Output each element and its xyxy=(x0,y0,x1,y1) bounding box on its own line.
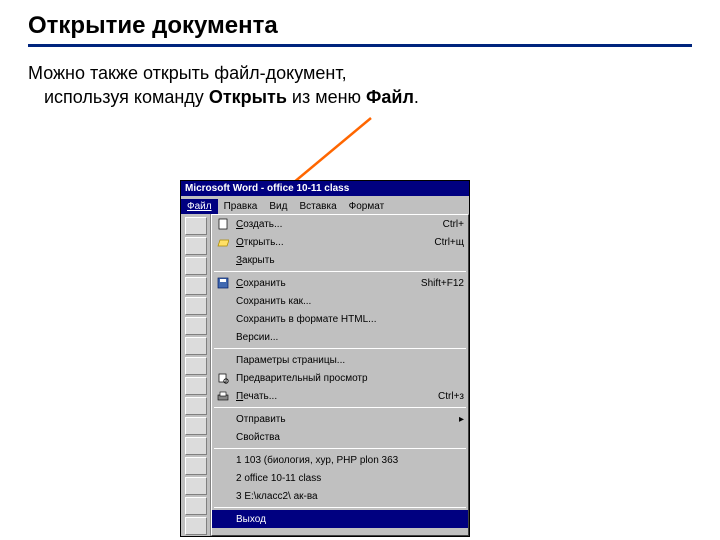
toolbar-button[interactable] xyxy=(185,497,207,515)
menu-view[interactable]: Вид xyxy=(263,199,293,214)
toolbar-button[interactable] xyxy=(185,477,207,495)
menu-item-saveas[interactable]: Сохранить как... xyxy=(212,292,468,310)
new-doc-icon xyxy=(216,217,230,231)
menu-item-printpreview[interactable]: Предварительный просмотр xyxy=(212,369,468,387)
toolbar-button[interactable] xyxy=(185,517,207,535)
menu-insert[interactable]: Вставка xyxy=(293,199,342,214)
menu-item-versions[interactable]: Версии... xyxy=(212,328,468,346)
toolbar-button[interactable] xyxy=(185,217,207,235)
body-text: Можно также открыть файл-документ, испол… xyxy=(28,61,692,110)
menu-separator xyxy=(214,507,466,508)
toolbar-button[interactable] xyxy=(185,357,207,375)
menu-file[interactable]: Файл xyxy=(181,199,218,214)
menu-item-pagesetup[interactable]: Параметры страницы... xyxy=(212,351,468,369)
toolbar-button[interactable] xyxy=(185,397,207,415)
menu-item-print[interactable]: Печать... Ctrl+з xyxy=(212,387,468,405)
horizontal-rule xyxy=(28,44,692,47)
left-toolbar xyxy=(181,214,211,536)
menu-separator xyxy=(214,407,466,408)
menu-edit[interactable]: Правка xyxy=(218,199,264,214)
menu-item-recent2[interactable]: 2 office 10-11 class xyxy=(212,469,468,487)
menu-item-recent3[interactable]: 3 E:\класс2\ ак-ва xyxy=(212,487,468,505)
menu-item-exit[interactable]: Выход xyxy=(212,510,468,528)
toolbar-button[interactable] xyxy=(185,317,207,335)
toolbar-button[interactable] xyxy=(185,297,207,315)
menu-separator xyxy=(214,348,466,349)
toolbar-button[interactable] xyxy=(185,237,207,255)
page-title: Открытие документа xyxy=(28,12,692,40)
menu-item-close[interactable]: Закрыть xyxy=(212,251,468,269)
printer-icon xyxy=(216,389,230,403)
open-folder-icon xyxy=(216,235,230,249)
menu-separator xyxy=(214,448,466,449)
toolbar-button[interactable] xyxy=(185,457,207,475)
menu-item-send[interactable]: Отправить ▸ xyxy=(212,410,468,428)
menu-format[interactable]: Формат xyxy=(343,199,391,214)
preview-icon xyxy=(216,371,230,385)
menu-separator xyxy=(214,271,466,272)
menu-item-new[interactable]: Создать... Ctrl+ xyxy=(212,215,468,233)
toolbar-button[interactable] xyxy=(185,277,207,295)
menu-item-open[interactable]: Открыть... Ctrl+щ xyxy=(212,233,468,251)
toolbar-button[interactable] xyxy=(185,437,207,455)
menubar: Файл Правка Вид Вставка Формат xyxy=(181,196,469,214)
toolbar-button[interactable] xyxy=(185,377,207,395)
menu-item-savehtml[interactable]: Сохранить в формате HTML... xyxy=(212,310,468,328)
toolbar-button[interactable] xyxy=(185,417,207,435)
menu-item-recent1[interactable]: 1 103 (биология, хур, РНР plon 363 xyxy=(212,451,468,469)
titlebar: Microsoft Word - office 10-11 class xyxy=(181,181,469,196)
menu-item-save[interactable]: Сохранить Shift+F12 xyxy=(212,274,468,292)
file-dropdown-menu: Создать... Ctrl+ Открыть... Ctrl+щ Закры… xyxy=(211,214,469,536)
menu-item-properties[interactable]: Свойства xyxy=(212,428,468,446)
save-disk-icon xyxy=(216,276,230,290)
toolbar-button[interactable] xyxy=(185,257,207,275)
toolbar-button[interactable] xyxy=(185,337,207,355)
word-window-screenshot: Microsoft Word - office 10-11 class Файл… xyxy=(180,180,470,537)
